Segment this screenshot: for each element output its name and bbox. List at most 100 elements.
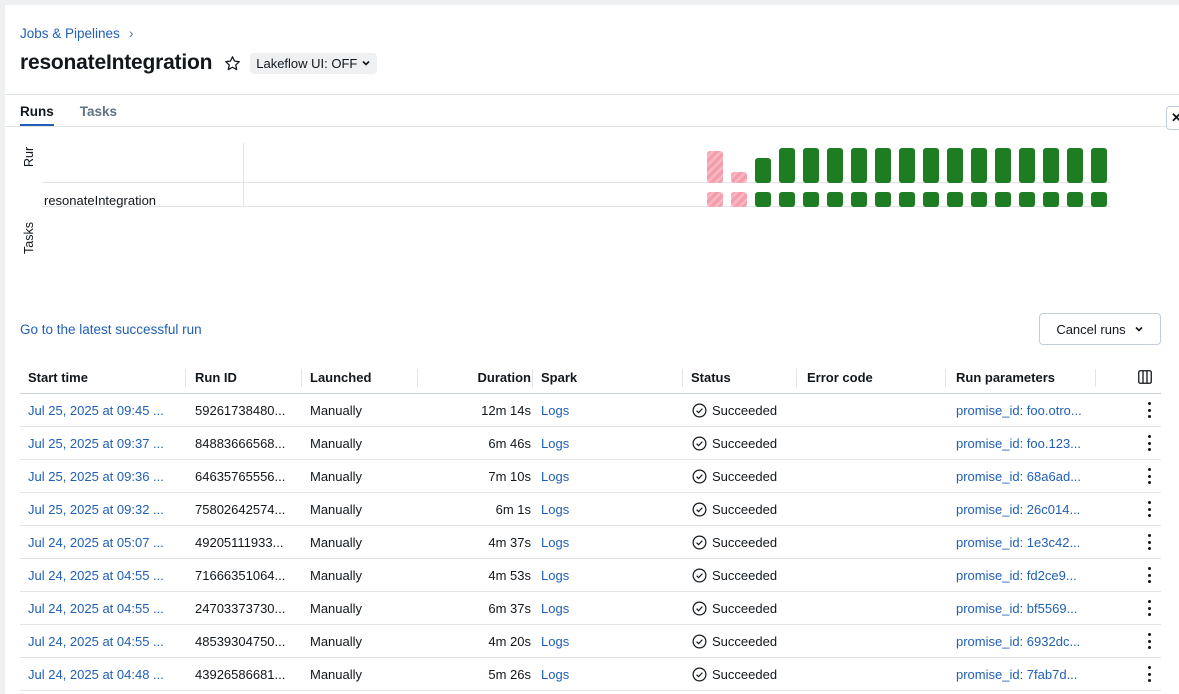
task-status-cell-15[interactable]: [1067, 192, 1083, 207]
start-time-link[interactable]: Jul 24, 2025 at 05:07 ...: [28, 526, 178, 559]
col-error-code[interactable]: Error code: [807, 360, 873, 394]
task-status-cell-3[interactable]: [779, 192, 795, 207]
start-time-link[interactable]: Jul 24, 2025 at 04:55 ...: [28, 559, 178, 592]
task-status-cell-12[interactable]: [995, 192, 1011, 207]
lakeflow-ui-toggle[interactable]: Lakeflow UI: OFF: [250, 52, 378, 74]
table-row[interactable]: Jul 25, 2025 at 09:37 ... 84883666568... M…: [20, 427, 1161, 460]
spark-logs-link[interactable]: Logs: [541, 658, 569, 691]
row-menu-icon[interactable]: [1146, 468, 1152, 484]
task-status-cell-1[interactable]: [731, 192, 747, 207]
run-bar-10[interactable]: [947, 148, 963, 183]
task-status-cell-2[interactable]: [755, 192, 771, 207]
column-divider[interactable]: [301, 369, 302, 387]
row-menu-icon[interactable]: [1146, 402, 1152, 418]
run-parameters-link[interactable]: promise_id: 1e3c42...: [956, 526, 1092, 559]
run-bar-12[interactable]: [995, 148, 1011, 183]
task-status-cell-8[interactable]: [899, 192, 915, 207]
run-bar-0[interactable]: [707, 151, 723, 183]
column-settings-icon[interactable]: [1138, 360, 1152, 394]
tab-runs[interactable]: Runs: [20, 104, 54, 127]
spark-logs-link[interactable]: Logs: [541, 526, 569, 559]
row-menu-icon[interactable]: [1146, 435, 1152, 451]
run-bar-9[interactable]: [923, 148, 939, 183]
row-menu-icon[interactable]: [1146, 567, 1152, 583]
column-divider[interactable]: [796, 369, 797, 387]
run-bar-8[interactable]: [899, 148, 915, 183]
table-row[interactable]: Jul 24, 2025 at 04:55 ... 71666351064... M…: [20, 559, 1161, 592]
run-bar-4[interactable]: [803, 148, 819, 183]
run-parameters-link[interactable]: promise_id: 6932dc...: [956, 625, 1092, 658]
col-start-time[interactable]: Start time: [28, 360, 88, 394]
task-status-cell-7[interactable]: [875, 192, 891, 207]
start-time-link[interactable]: Jul 24, 2025 at 04:55 ...: [28, 625, 178, 658]
task-status-cell-5[interactable]: [827, 192, 843, 207]
col-run-id[interactable]: Run ID: [195, 360, 237, 394]
task-status-cell-4[interactable]: [803, 192, 819, 207]
run-parameters-link[interactable]: promise_id: 68a6ad...: [956, 460, 1092, 493]
run-parameters-link[interactable]: promise_id: bf5569...: [956, 592, 1092, 625]
spark-logs-link[interactable]: Logs: [541, 625, 569, 658]
task-status-cell-9[interactable]: [923, 192, 939, 207]
spark-logs-link[interactable]: Logs: [541, 427, 569, 460]
spark-logs-link[interactable]: Logs: [541, 394, 569, 427]
column-divider[interactable]: [1095, 369, 1096, 387]
column-divider[interactable]: [185, 369, 186, 387]
run-bar-13[interactable]: [1019, 148, 1035, 183]
spark-logs-link[interactable]: Logs: [541, 559, 569, 592]
start-time-link[interactable]: Jul 25, 2025 at 09:45 ...: [28, 394, 178, 427]
run-bar-6[interactable]: [851, 148, 867, 183]
column-divider[interactable]: [682, 369, 683, 387]
task-status-cell-0[interactable]: [707, 192, 723, 207]
breadcrumb-jobs-pipelines[interactable]: Jobs & Pipelines: [20, 26, 120, 41]
run-bar-11[interactable]: [971, 148, 987, 183]
col-status[interactable]: Status: [691, 360, 731, 394]
run-parameters-link[interactable]: promise_id: 7fab7d...: [956, 658, 1092, 691]
table-row[interactable]: Jul 24, 2025 at 04:55 ... 48539304750... M…: [20, 625, 1161, 658]
run-bar-3[interactable]: [779, 148, 795, 183]
task-status-cell-11[interactable]: [971, 192, 987, 207]
col-run-parameters[interactable]: Run parameters: [956, 360, 1055, 394]
table-row[interactable]: Jul 24, 2025 at 05:07 ... 49205111933... M…: [20, 526, 1161, 559]
column-divider[interactable]: [417, 369, 418, 387]
table-row[interactable]: Jul 24, 2025 at 04:48 ... 43926586681... M…: [20, 658, 1161, 691]
task-status-cell-10[interactable]: [947, 192, 963, 207]
start-time-link[interactable]: Jul 25, 2025 at 09:36 ...: [28, 460, 178, 493]
run-bar-16[interactable]: [1091, 148, 1107, 183]
table-row[interactable]: Jul 24, 2025 at 04:55 ... 24703373730... M…: [20, 592, 1161, 625]
row-menu-icon[interactable]: [1146, 633, 1152, 649]
run-parameters-link[interactable]: promise_id: fd2ce9...: [956, 559, 1092, 592]
tab-tasks[interactable]: Tasks: [80, 104, 117, 127]
start-time-link[interactable]: Jul 25, 2025 at 09:37 ...: [28, 427, 178, 460]
run-bar-1[interactable]: [731, 172, 747, 183]
col-duration[interactable]: Duration: [478, 360, 531, 394]
table-row[interactable]: Jul 25, 2025 at 09:32 ... 75802642574... M…: [20, 493, 1161, 526]
task-status-cell-16[interactable]: [1091, 192, 1107, 207]
start-time-link[interactable]: Jul 24, 2025 at 04:55 ...: [28, 592, 178, 625]
row-menu-icon[interactable]: [1146, 534, 1152, 550]
start-time-link[interactable]: Jul 24, 2025 at 04:48 ...: [28, 658, 178, 691]
cancel-runs-button[interactable]: Cancel runs: [1039, 313, 1161, 345]
run-parameters-link[interactable]: promise_id: 26c014...: [956, 493, 1092, 526]
latest-successful-run-link[interactable]: Go to the latest successful run: [20, 322, 202, 337]
run-parameters-link[interactable]: promise_id: foo.otro...: [956, 394, 1092, 427]
spark-logs-link[interactable]: Logs: [541, 592, 569, 625]
task-status-cell-14[interactable]: [1043, 192, 1059, 207]
spark-logs-link[interactable]: Logs: [541, 460, 569, 493]
column-divider[interactable]: [532, 369, 533, 387]
run-bar-7[interactable]: [875, 148, 891, 183]
row-menu-icon[interactable]: [1146, 666, 1152, 682]
row-menu-icon[interactable]: [1146, 501, 1152, 517]
col-launched[interactable]: Launched: [310, 360, 371, 394]
table-row[interactable]: Jul 25, 2025 at 09:36 ... 64635765556... M…: [20, 460, 1161, 493]
column-divider[interactable]: [945, 369, 946, 387]
star-icon[interactable]: [224, 55, 241, 72]
run-bar-15[interactable]: [1067, 148, 1083, 183]
run-bar-5[interactable]: [827, 148, 843, 183]
start-time-link[interactable]: Jul 25, 2025 at 09:32 ...: [28, 493, 178, 526]
task-status-cell-13[interactable]: [1019, 192, 1035, 207]
row-menu-icon[interactable]: [1146, 600, 1152, 616]
table-row[interactable]: Jul 25, 2025 at 09:45 ... 59261738480... M…: [20, 394, 1161, 427]
spark-logs-link[interactable]: Logs: [541, 493, 569, 526]
close-panel-button[interactable]: ✕: [1166, 106, 1179, 130]
task-status-cell-6[interactable]: [851, 192, 867, 207]
